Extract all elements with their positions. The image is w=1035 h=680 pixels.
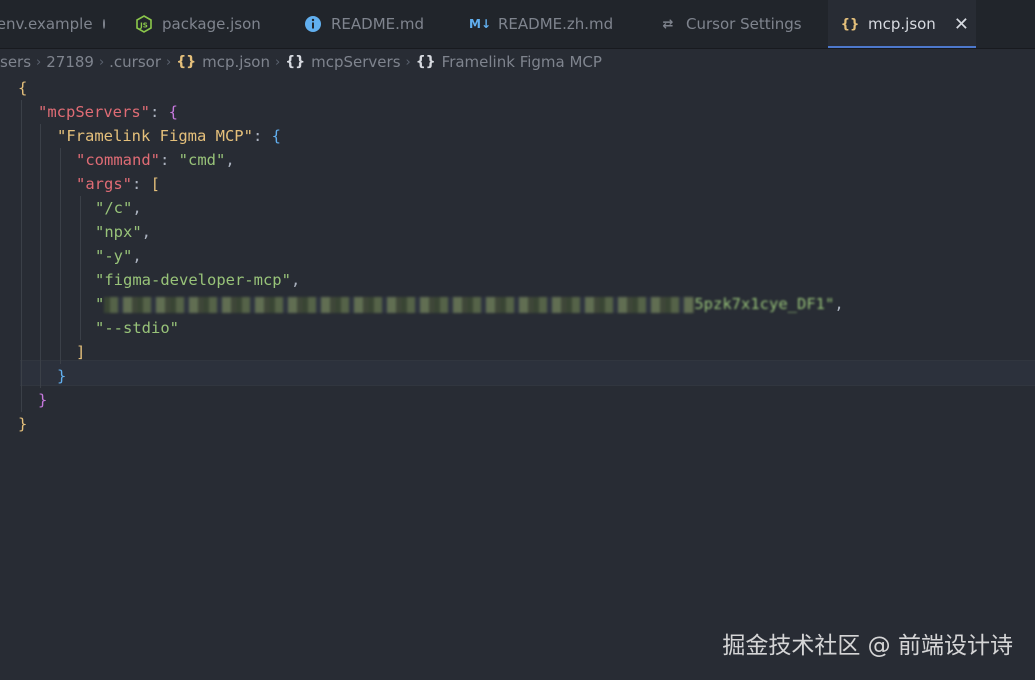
breadcrumb-item[interactable]: .cursor › [109,53,176,71]
tab-readme-zh-md[interactable]: M↓ README.zh.md [469,0,630,48]
code-line: "--stdio" [95,319,179,337]
breadcrumb-item[interactable]: {} mcp.json › [176,53,285,71]
breadcrumb-item[interactable]: {} mcpServers › [285,53,416,71]
markdown-icon: M↓ [469,17,491,31]
redacted-api-key [104,296,695,313]
object-braces-icon: {} [415,54,436,70]
chevron-right-icon: › [36,54,42,70]
code-line: } [57,367,67,385]
code-line: "args": [ [76,175,161,193]
chevron-right-icon: › [274,54,281,70]
editor-window: .env.example JS package.json README.md M… [0,0,1035,680]
nodejs-icon: JS [134,14,154,34]
chevron-right-icon: › [166,54,172,70]
indent-guide [80,196,81,340]
json-braces-icon: {} [176,54,197,70]
tab-bar: .env.example JS package.json README.md M… [0,0,1035,49]
tab-label: Cursor Settings [686,15,802,33]
breadcrumb-item[interactable]: {} Framelink Figma MCP [416,53,602,71]
code-line: "-y", [95,247,142,265]
tab-cursor-settings[interactable]: ⇄ Cursor Settings [658,0,818,48]
indent-guide [60,148,61,364]
json-braces-icon: {} [840,16,860,32]
code-line-redacted: " 5pzk7x1cye_DF1", [95,295,844,313]
svg-text:JS: JS [139,22,148,30]
indent-guide [21,100,22,412]
code-line: "mcpServers": { [38,103,178,121]
tab-label: .env.example [0,15,93,33]
close-icon[interactable]: ✕ [954,14,969,35]
chevron-right-icon: › [405,54,411,70]
code-line: "command": "cmd", [76,151,235,169]
code-line: { [18,79,28,97]
modified-dot-icon [102,19,105,29]
tab-label: README.md [331,15,425,33]
code-line: "Framelink Figma MCP": { [57,127,281,145]
code-line: } [38,391,48,409]
tab-label: package.json [162,15,261,33]
tab-env-example[interactable]: .env.example [0,0,105,48]
chevron-right-icon: › [98,54,105,70]
tab-package-json[interactable]: JS package.json [134,0,284,48]
code-line: "figma-developer-mcp", [95,271,301,289]
object-braces-icon: {} [285,54,306,70]
breadcrumb: sers › 27189 › .cursor › {} mcp.json › {… [0,50,602,74]
tab-label: mcp.json [868,15,936,33]
breadcrumb-item[interactable]: sers › [0,53,46,71]
code-line: "npx", [95,223,152,241]
indent-guide [40,124,41,388]
watermark: 掘金技术社区 @ 前端设计诗 [722,633,1013,659]
breadcrumb-item[interactable]: 27189 › [46,53,109,71]
tab-readme-md[interactable]: README.md [303,0,443,48]
tab-label: README.zh.md [498,15,614,33]
info-icon [303,14,323,34]
current-line-highlight [20,360,1035,386]
code-line: "/c", [95,199,142,217]
code-line: } [18,415,28,433]
tab-mcp-json[interactable]: {} mcp.json ✕ [828,0,976,48]
code-editor[interactable]: { "mcpServers": { "Framelink Figma MCP":… [0,76,1035,680]
code-line: ] [76,343,86,361]
settings-sliders-icon: ⇄ [662,16,674,32]
